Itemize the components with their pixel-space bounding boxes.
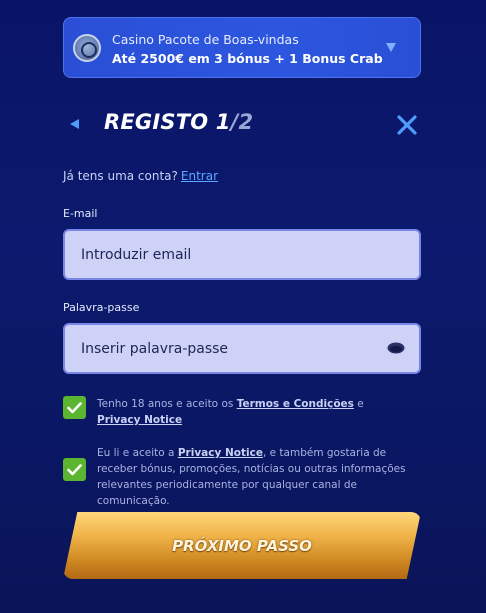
step-current: 1	[215, 110, 231, 134]
marketing-checkbox[interactable]	[63, 458, 86, 481]
marketing-consent-text: Eu li e aceito a Privacy Notice, e també…	[97, 445, 421, 509]
next-step-button[interactable]: PRÓXIMO PASSO	[63, 512, 421, 579]
banner-text: Casino Pacote de Boas-vindas Até 2500€ e…	[112, 30, 383, 68]
banner-title: Casino Pacote de Boas-vindas	[112, 32, 299, 47]
email-label: E-mail	[63, 207, 98, 220]
welcome-package-banner[interactable]: Casino Pacote de Boas-vindas Até 2500€ e…	[63, 17, 421, 78]
terms-mid: e	[353, 398, 364, 410]
account-question: Já tens uma conta?	[63, 169, 178, 183]
terms-consent-text: Tenho 18 anos e aceito os Termos e Condi…	[97, 396, 367, 428]
checkmark-icon	[67, 463, 82, 475]
email-field[interactable]: Introduzir email	[63, 229, 421, 280]
privacy-notice-link[interactable]: Privacy Notice	[97, 414, 182, 426]
casino-chip-icon	[73, 34, 101, 62]
terms-prefix: Tenho 18 anos e aceito os	[97, 398, 237, 410]
close-icon[interactable]	[396, 114, 418, 136]
password-label: Palavra-passe	[63, 301, 140, 314]
marketing-prefix: Eu li e aceito a	[97, 447, 178, 459]
chevron-down-icon[interactable]	[386, 43, 396, 52]
step-total: /2	[230, 110, 254, 134]
marketing-privacy-link[interactable]: Privacy Notice	[178, 447, 263, 459]
page-title: REGISTO 1/2	[104, 110, 253, 134]
terms-link[interactable]: Termos e Condições	[237, 398, 354, 410]
back-arrow-icon[interactable]	[70, 119, 79, 129]
title-prefix: REGISTO	[104, 110, 216, 134]
password-field[interactable]: Inserir palavra-passe	[63, 323, 421, 374]
next-step-label: PRÓXIMO PASSO	[172, 536, 312, 555]
login-link[interactable]: Entrar	[181, 169, 218, 183]
account-prompt: Já tens uma conta? Entrar	[63, 169, 218, 183]
marketing-consent-row[interactable]: Eu li e aceito a Privacy Notice, e també…	[63, 445, 421, 509]
checkmark-icon	[67, 401, 82, 413]
terms-checkbox[interactable]	[63, 396, 86, 419]
banner-subtitle: Até 2500€ em 3 bónus + 1 Bonus Crab	[112, 51, 383, 66]
eye-icon[interactable]	[387, 342, 405, 354]
password-placeholder: Inserir palavra-passe	[81, 340, 229, 357]
terms-consent-row[interactable]: Tenho 18 anos e aceito os Termos e Condi…	[63, 396, 367, 428]
email-placeholder: Introduzir email	[81, 246, 192, 263]
